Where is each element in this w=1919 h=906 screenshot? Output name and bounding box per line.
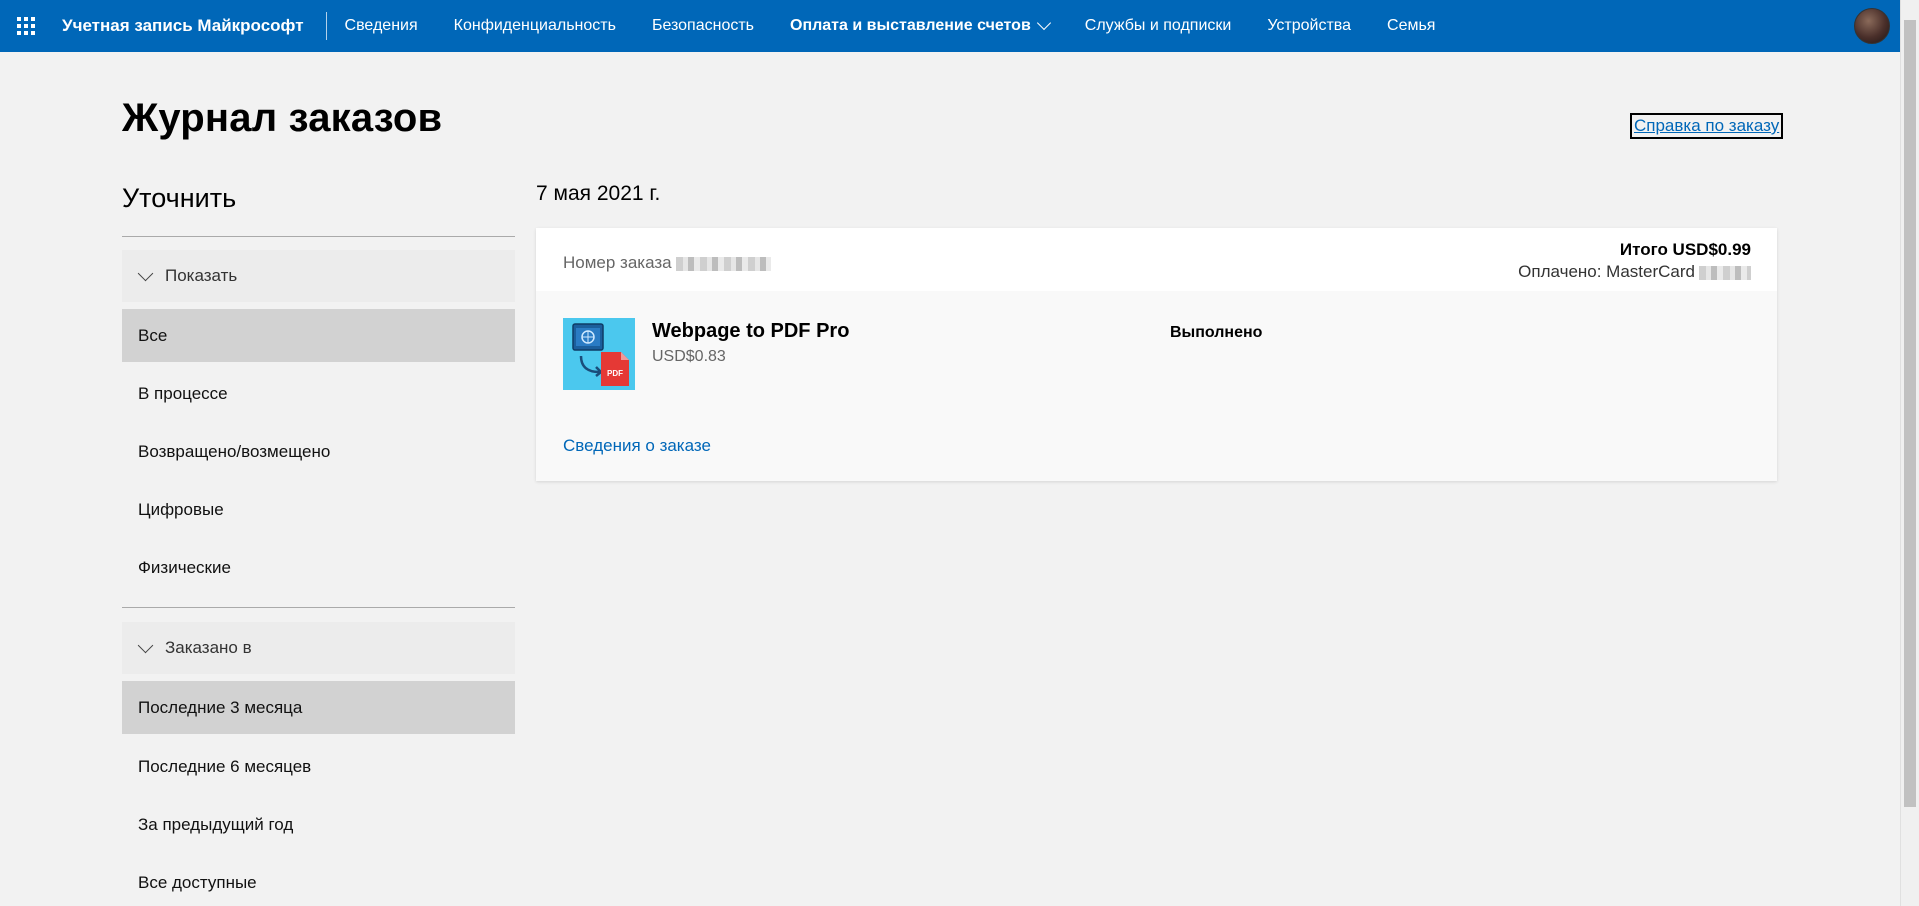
order-number-label: Номер заказа — [563, 253, 672, 272]
user-avatar[interactable] — [1854, 8, 1890, 44]
payment-method-label: Оплачено: MasterCard — [1518, 262, 1695, 281]
order-number: Номер заказа — [563, 253, 771, 273]
nav-item-security[interactable]: Безопасность — [652, 17, 754, 35]
nav-item-services[interactable]: Службы и подписки — [1085, 17, 1232, 35]
filter-ordered-6-months[interactable]: Последние 6 месяцев — [122, 740, 515, 793]
nav-item-payment-billing[interactable]: Оплата и выставление счетов — [790, 15, 1051, 35]
filter-ordered-3-months[interactable]: Последние 3 месяца — [122, 681, 515, 734]
product-icon-graphic: PDF — [563, 318, 635, 390]
page-scrollbar[interactable] — [1900, 0, 1919, 906]
filter-group-show[interactable]: Показать — [122, 250, 515, 302]
product-price: USD$0.83 — [652, 348, 726, 365]
waffle-icon — [17, 17, 35, 35]
order-card-header: Номер заказа Итого USD$0.99 Оплачено: Ma… — [536, 228, 1777, 291]
filter-show-all[interactable]: Все — [122, 309, 515, 362]
order-total: Итого USD$0.99 — [1619, 240, 1751, 259]
filter-show-physical[interactable]: Физические — [122, 541, 515, 594]
app-launcher-button[interactable] — [0, 0, 52, 52]
page-title: Журнал заказов — [122, 96, 443, 140]
order-card: Номер заказа Итого USD$0.99 Оплачено: Ma… — [536, 228, 1777, 481]
filter-ordered-last-year[interactable]: За предыдущий год — [122, 798, 515, 851]
chevron-down-icon — [137, 265, 154, 281]
scrollbar-thumb[interactable] — [1904, 20, 1916, 807]
filter-group-ordered-label: Заказано в — [165, 638, 252, 657]
nav-item-info[interactable]: Сведения — [345, 17, 418, 35]
brand-title[interactable]: Учетная запись Майкрософт — [52, 16, 326, 36]
nav-item-family[interactable]: Семья — [1387, 17, 1435, 35]
order-status: Выполнено — [1170, 324, 1263, 341]
redacted-order-number — [675, 256, 771, 271]
filter-group-ordered[interactable]: Заказано в — [122, 622, 515, 674]
order-details-link[interactable]: Сведения о заказе — [563, 436, 711, 456]
filter-ordered-all[interactable]: Все доступные — [122, 856, 515, 906]
redacted-card-number — [1699, 265, 1751, 280]
refine-heading: Уточнить — [122, 183, 237, 213]
order-date: 7 мая 2021 г. — [536, 182, 661, 205]
nav-divider — [325, 12, 327, 40]
filter-show-digital[interactable]: Цифровые — [122, 483, 515, 536]
chevron-down-icon — [1036, 15, 1051, 31]
nav-item-devices[interactable]: Устройства — [1267, 17, 1351, 35]
refine-divider — [122, 607, 515, 608]
chevron-down-icon — [137, 637, 154, 653]
nav-item-privacy[interactable]: Конфиденциальность — [454, 17, 616, 35]
pdf-badge-text: PDF — [607, 369, 623, 378]
filter-show-returned[interactable]: Возвращено/возмещено — [122, 425, 515, 478]
filter-show-in-progress[interactable]: В процессе — [122, 367, 515, 420]
filter-group-show-label: Показать — [165, 266, 238, 285]
nav-item-payment-billing-label: Оплата и выставление счетов — [790, 17, 1031, 34]
product-name: Webpage to PDF Pro — [652, 320, 850, 342]
payment-method: Оплачено: MasterCard — [1518, 262, 1751, 282]
top-nav-bar: Учетная запись Майкрософт Сведения Конфи… — [0, 0, 1900, 52]
webpage-to-pdf-app-icon: PDF — [563, 318, 635, 390]
order-help-link[interactable]: Справка по заказу — [1630, 113, 1784, 139]
refine-divider — [122, 236, 515, 237]
